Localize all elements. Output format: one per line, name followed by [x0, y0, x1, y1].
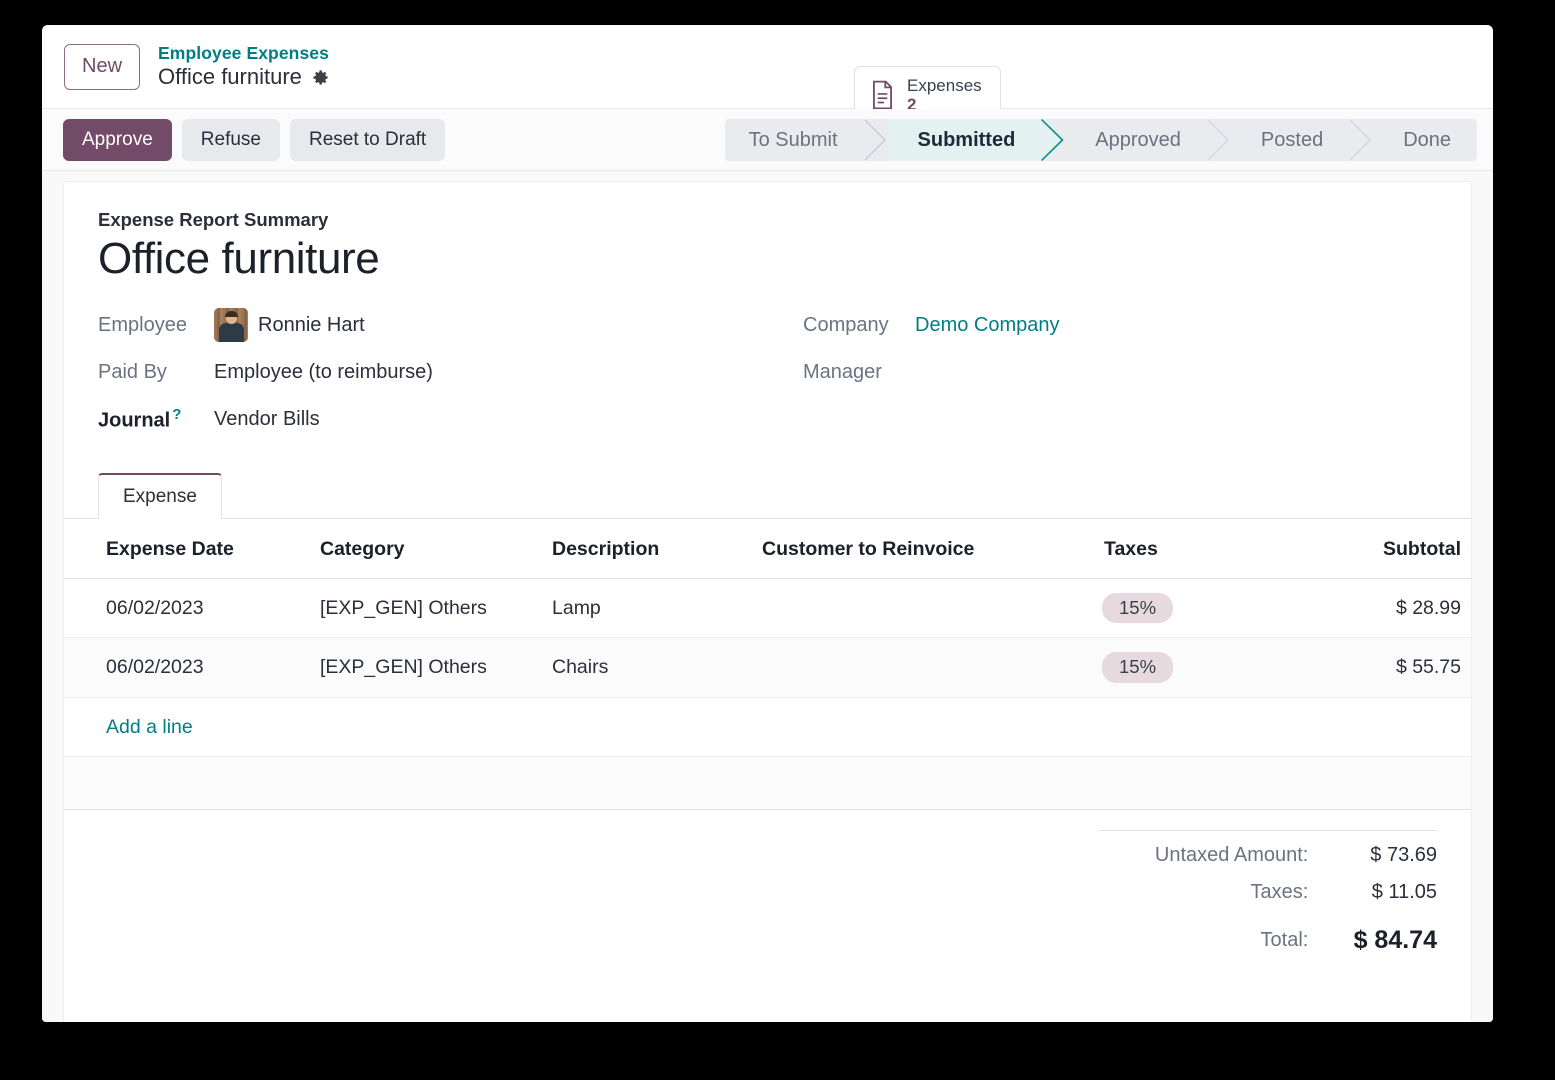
column-header-subtotal[interactable]: Subtotal: [1294, 519, 1469, 579]
expense-report-window: New Employee Expenses Office furniture E…: [42, 25, 1493, 1022]
field-manager: Manager: [803, 352, 1437, 392]
cell-expense-date[interactable]: 06/02/2023: [64, 637, 312, 698]
totals-total-row: Total: $ 84.74: [1099, 911, 1437, 962]
status-done[interactable]: Done: [1373, 119, 1477, 161]
expenses-stat-label: Expenses: [907, 76, 982, 95]
field-company: Company Demo Company: [803, 305, 1437, 345]
sheet-background: Expense Report Summary Office furniture …: [42, 171, 1493, 1022]
cell-description[interactable]: Chairs: [544, 637, 754, 698]
status-approved[interactable]: Approved: [1065, 119, 1207, 161]
control-panel: New Employee Expenses Office furniture E…: [42, 25, 1493, 125]
field-spacer: [803, 399, 1437, 439]
help-icon[interactable]: ?: [172, 406, 181, 423]
table-filler-row: [64, 756, 1471, 810]
status-submitted[interactable]: Submitted: [887, 119, 1042, 161]
field-label-employee: Employee: [98, 313, 187, 336]
field-value-company[interactable]: Demo Company: [915, 314, 1060, 337]
add-a-line-row[interactable]: Add a line: [64, 697, 1471, 757]
totals-untaxed-row: Untaxed Amount: $ 73.69: [1099, 829, 1437, 874]
new-button[interactable]: New: [64, 43, 141, 90]
status-posted[interactable]: Posted: [1231, 119, 1349, 161]
field-label-journal: Journal?: [98, 406, 214, 433]
table-filler-cell: [64, 756, 1471, 810]
breadcrumb-parent-link[interactable]: Employee Expenses: [158, 43, 330, 64]
field-value-paid-by[interactable]: Employee (to reimburse): [214, 361, 433, 384]
cell-subtotal[interactable]: $ 55.75: [1294, 637, 1469, 698]
status-separator-icon: [1207, 119, 1229, 161]
action-buttons: Approve Refuse Reset to Draft: [63, 118, 446, 161]
column-header-optional-toggle[interactable]: [1469, 519, 1471, 579]
untaxed-amount-label: Untaxed Amount:: [1099, 829, 1327, 874]
status-action-bar: Approve Refuse Reset to Draft To Submit …: [42, 109, 1493, 171]
journal-label-text: Journal: [98, 409, 171, 432]
breadcrumb-current-record: Office furniture: [158, 64, 302, 90]
add-a-line-link[interactable]: Add a line: [106, 716, 193, 738]
form-fields: Employee Ronnie Hart Company Demo Compan…: [98, 305, 1437, 439]
total-value: $ 84.74: [1353, 925, 1437, 954]
cell-delete[interactable]: ✖: [1469, 578, 1471, 639]
column-header-expense-date[interactable]: Expense Date: [64, 519, 312, 579]
cell-taxes[interactable]: 15%: [1094, 578, 1294, 639]
cell-delete[interactable]: ✖: [1469, 637, 1471, 698]
field-label-paid-by: Paid By: [98, 360, 167, 383]
cell-subtotal[interactable]: $ 28.99: [1294, 578, 1469, 639]
field-journal: Journal? Vendor Bills: [98, 399, 803, 439]
taxes-label: Taxes:: [1250, 880, 1309, 903]
field-label-manager: Manager: [803, 360, 882, 383]
approve-button[interactable]: Approve: [63, 118, 172, 161]
cell-category[interactable]: [EXP_GEN] Others: [312, 637, 544, 698]
cell-customer-to-reinvoice[interactable]: [754, 637, 1094, 698]
status-separator-icon: [1041, 119, 1066, 161]
untaxed-amount-value: $ 73.69: [1326, 829, 1437, 874]
totals-taxes-row: Taxes: $ 11.05: [1099, 874, 1437, 911]
notebook: Expense Expense Date Category Descriptio…: [64, 472, 1471, 962]
column-header-description[interactable]: Description: [544, 519, 754, 579]
tab-strip: Expense: [64, 472, 1471, 519]
column-header-taxes[interactable]: Taxes: [1094, 519, 1294, 579]
breadcrumb: Employee Expenses Office furniture: [158, 43, 330, 91]
field-label-company: Company: [803, 313, 889, 336]
table-row[interactable]: 06/02/2023 [EXP_GEN] Others Chairs 15% $…: [64, 637, 1471, 698]
subtotal-header-text: Subtotal: [1383, 537, 1461, 560]
taxes-value: $ 11.05: [1371, 880, 1437, 903]
form-sheet: Expense Report Summary Office furniture …: [63, 181, 1472, 1022]
field-value-employee[interactable]: Ronnie Hart: [214, 308, 365, 342]
cell-category[interactable]: [EXP_GEN] Others: [312, 578, 544, 639]
page-title: Office furniture: [98, 234, 380, 283]
tax-badge: 15%: [1102, 593, 1174, 624]
cell-expense-date[interactable]: 06/02/2023: [64, 578, 312, 639]
status-to-submit[interactable]: To Submit: [725, 119, 864, 161]
total-label: Total:: [1260, 929, 1309, 952]
field-employee: Employee Ronnie Hart: [98, 305, 803, 345]
add-a-line-cell[interactable]: Add a line: [64, 697, 1471, 757]
avatar: [214, 308, 248, 342]
cell-taxes[interactable]: 15%: [1094, 637, 1294, 698]
status-pipeline: To Submit Submitted Approved Posted Done: [724, 119, 1477, 161]
document-icon: [869, 80, 896, 110]
gear-icon[interactable]: [311, 68, 330, 87]
tax-badge: 15%: [1102, 652, 1174, 683]
status-separator-icon: [1349, 119, 1372, 161]
totals-section: Untaxed Amount: $ 73.69 Taxes: $ 11.05 T…: [98, 829, 1437, 962]
table-header-row: Expense Date Category Description Custom…: [64, 519, 1471, 579]
tab-expense[interactable]: Expense: [98, 473, 222, 519]
expense-lines-table: Expense Date Category Description Custom…: [64, 519, 1471, 810]
form-subtitle: Expense Report Summary: [98, 209, 329, 230]
totals-table: Untaxed Amount: $ 73.69 Taxes: $ 11.05 T…: [1099, 829, 1437, 962]
status-separator-icon: [863, 119, 888, 161]
field-paid-by: Paid By Employee (to reimburse): [98, 352, 803, 392]
column-header-customer-to-reinvoice[interactable]: Customer to Reinvoice: [754, 519, 1094, 579]
refuse-button[interactable]: Refuse: [181, 118, 280, 161]
reset-to-draft-button[interactable]: Reset to Draft: [289, 118, 446, 161]
employee-name: Ronnie Hart: [258, 313, 365, 336]
cell-description[interactable]: Lamp: [544, 578, 754, 639]
table-row[interactable]: 06/02/2023 [EXP_GEN] Others Lamp 15% $ 2…: [64, 578, 1471, 639]
cell-customer-to-reinvoice[interactable]: [754, 578, 1094, 639]
column-header-category[interactable]: Category: [312, 519, 544, 579]
field-value-journal[interactable]: Vendor Bills: [214, 408, 320, 431]
